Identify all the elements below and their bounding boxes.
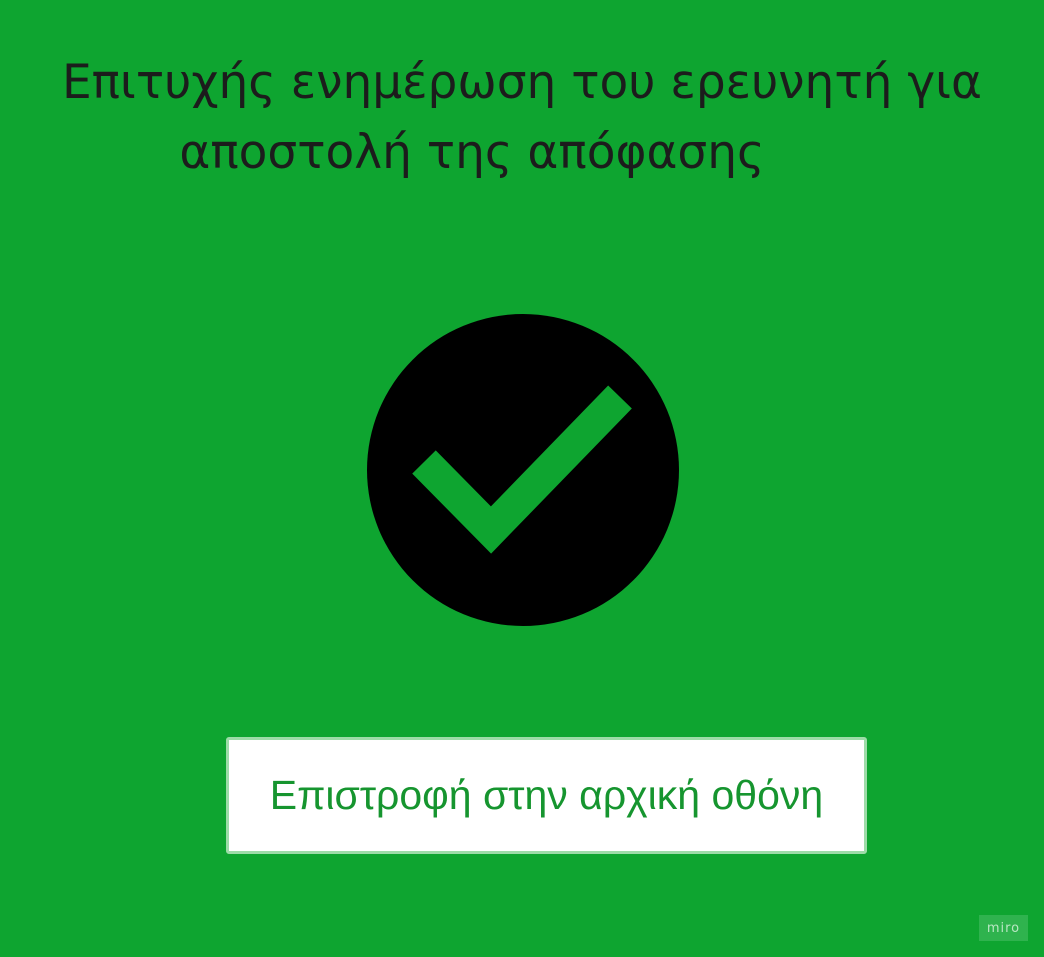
success-check-icon [367, 314, 679, 626]
page-title: Επιτυχής ενημέρωση του ερευνητή για αποσ… [40, 48, 1004, 188]
success-screen: Επιτυχής ενημέρωση του ερευνητή για αποσ… [0, 0, 1044, 957]
miro-watermark: miro [979, 915, 1028, 941]
return-home-button[interactable]: Επιστροφή στην αρχική οθόνη [226, 737, 867, 854]
title-line-1: Επιτυχής ενημέρωση του ερευνητή για [61, 55, 983, 110]
title-line-2: αποστολή της απόφασης [179, 125, 765, 180]
check-circle-background [367, 314, 679, 626]
